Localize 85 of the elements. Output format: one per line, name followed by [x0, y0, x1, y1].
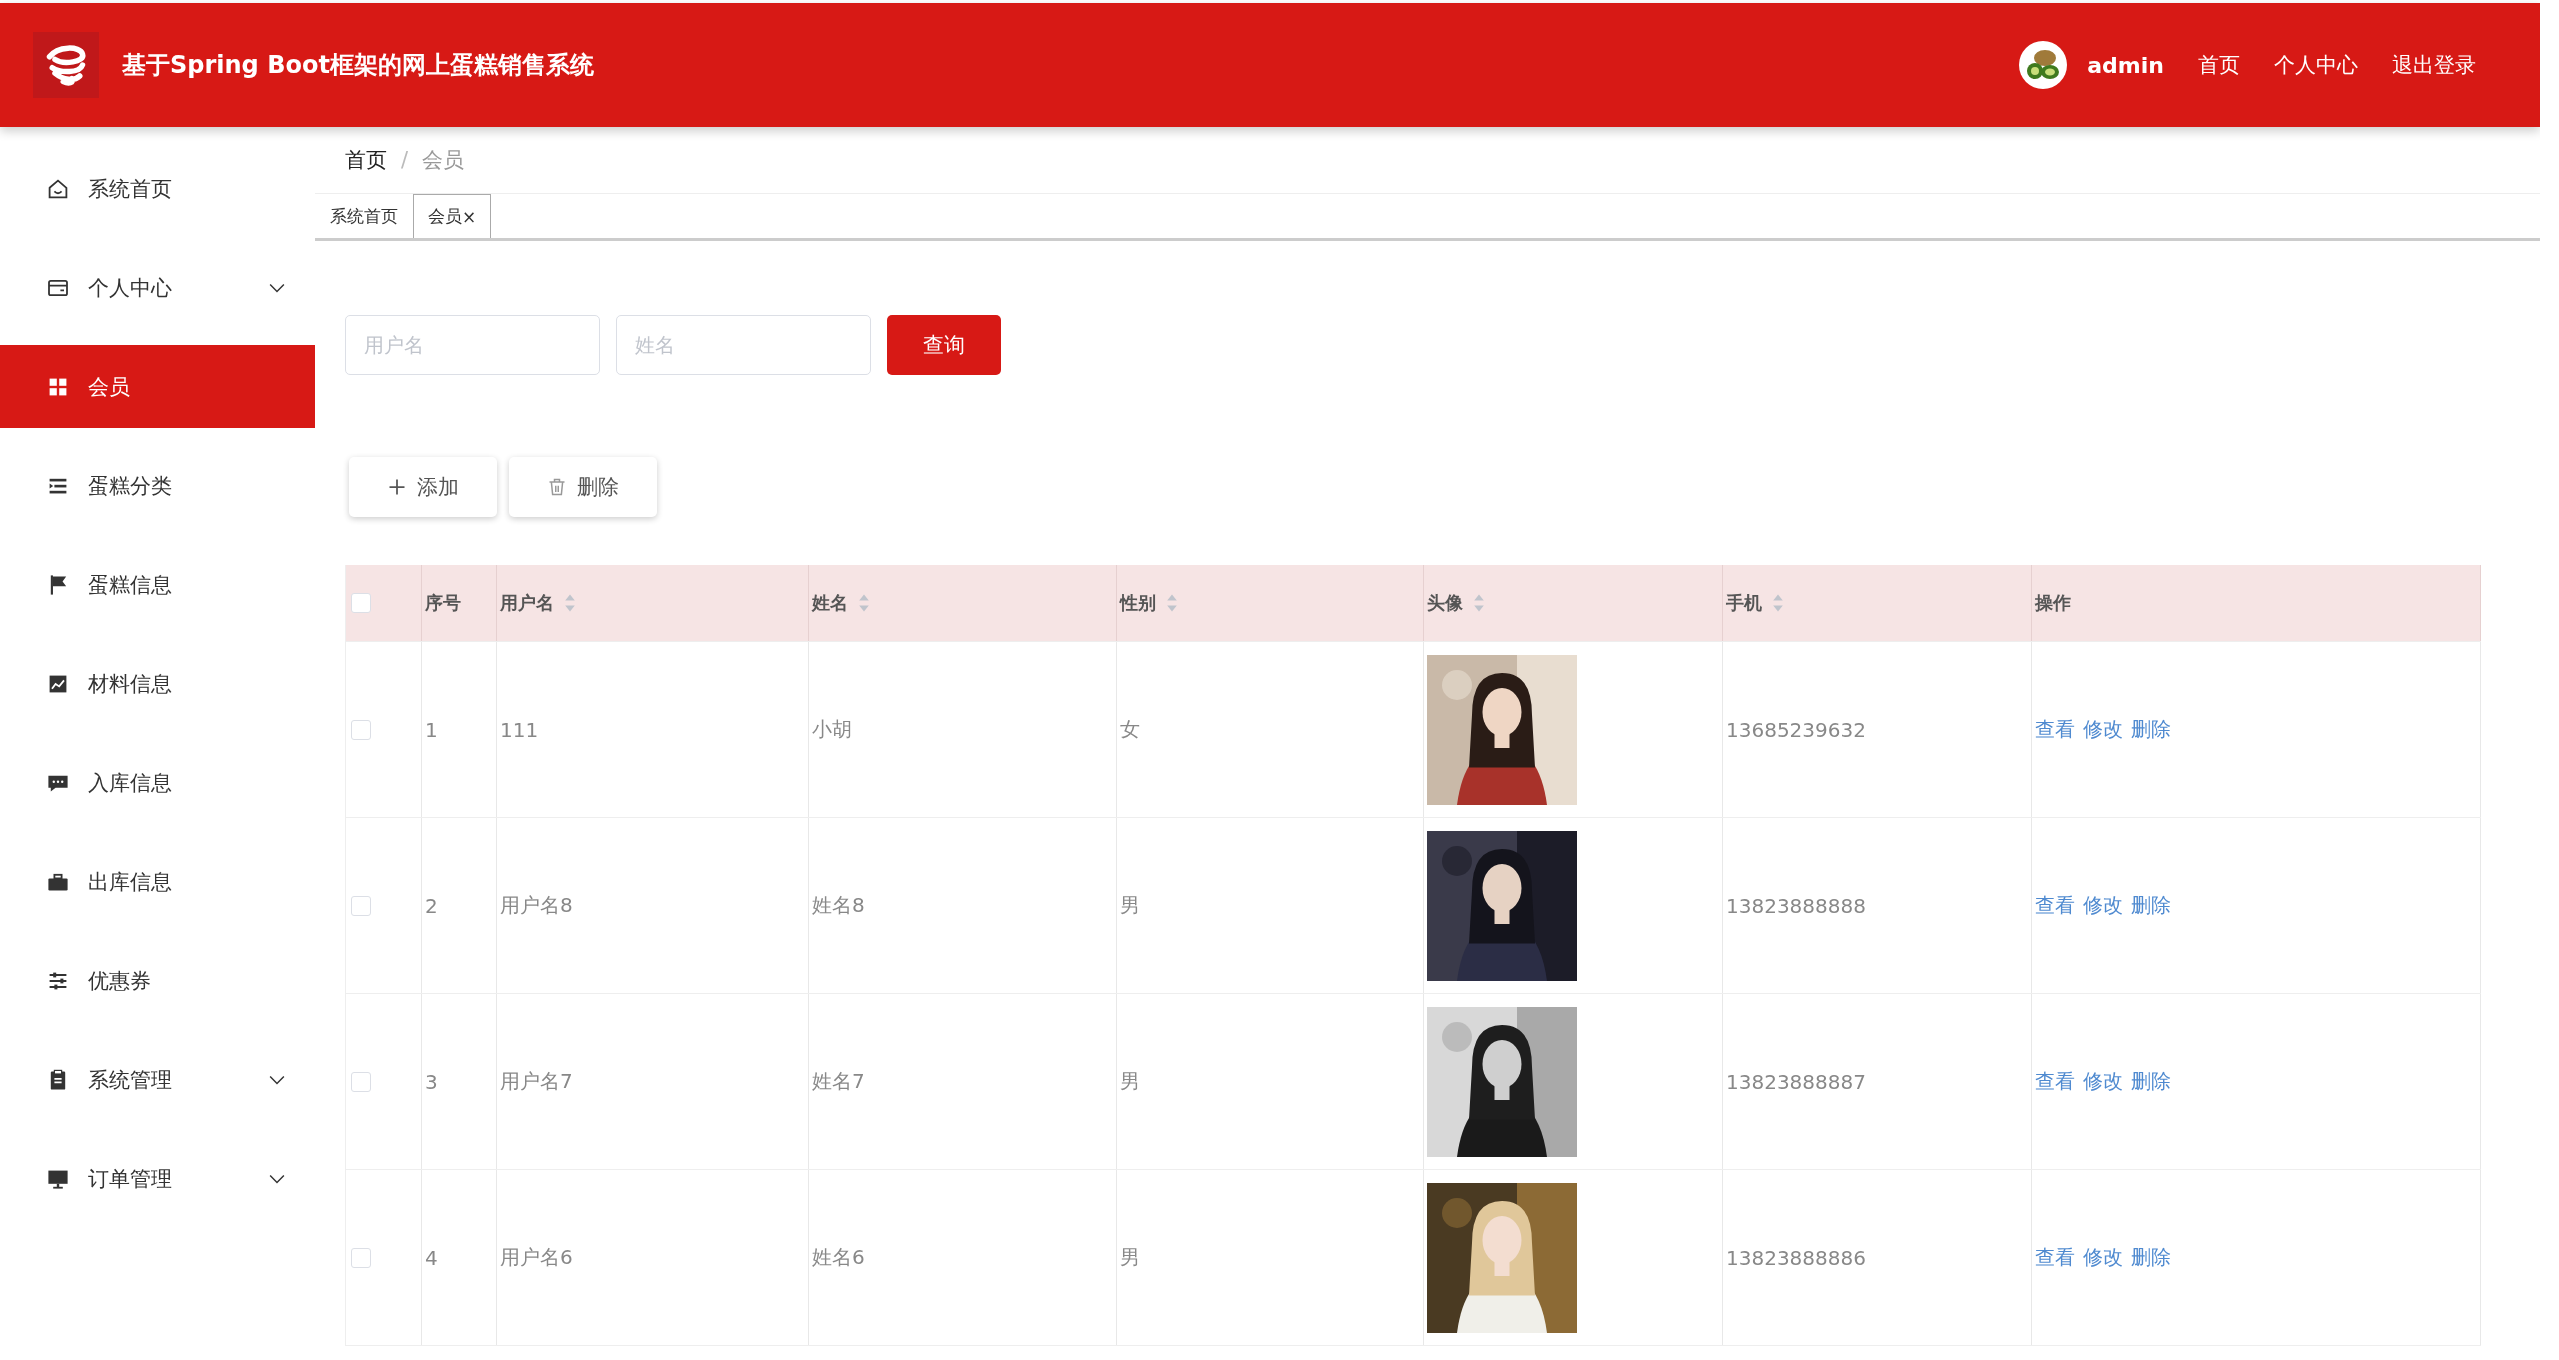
sidebar-item[interactable]: 蛋糕分类 — [0, 436, 315, 535]
sidebar-item[interactable]: 个人中心 — [0, 238, 315, 337]
row-action-link[interactable]: 查看 — [2035, 1244, 2075, 1271]
user-name: admin — [2087, 52, 2164, 78]
table-cell: 男 — [1120, 892, 1140, 919]
table-cell: 13823888888 — [1726, 893, 1866, 918]
app-title: 基于Spring Boot框架的网上蛋糕销售系统 — [122, 50, 594, 81]
breadcrumb-link[interactable]: 首页 — [345, 146, 387, 174]
column-title: 头像 — [1427, 591, 1463, 615]
page-tab[interactable]: 系统首页 — [315, 194, 413, 238]
column-title: 性别 — [1120, 591, 1156, 615]
table-cell: 姓名6 — [812, 1244, 865, 1271]
row-action-link[interactable]: 删除 — [2131, 716, 2171, 743]
row-action-link[interactable]: 删除 — [2131, 1068, 2171, 1095]
row-action-link[interactable]: 删除 — [2131, 892, 2171, 919]
logo-icon — [30, 32, 102, 98]
table-cell: 13823888886 — [1726, 1245, 1866, 1270]
row-action-link[interactable]: 修改 — [2083, 892, 2123, 919]
checkbox[interactable] — [351, 895, 371, 916]
row-action-link[interactable]: 查看 — [2035, 892, 2075, 919]
table-cell: 2 — [425, 893, 438, 918]
trash-icon — [547, 477, 567, 497]
column-header[interactable]: 头像 — [1424, 565, 1723, 641]
search-field[interactable]: 用户名 — [345, 315, 600, 375]
table-cell: 男 — [1120, 1068, 1140, 1095]
row-action-link[interactable]: 删除 — [2131, 1244, 2171, 1271]
column-header[interactable]: 姓名 — [809, 565, 1117, 641]
table-cell: 小胡 — [812, 716, 852, 743]
checkbox[interactable] — [351, 1071, 371, 1092]
checkbox[interactable] — [351, 719, 371, 740]
table-cell: 3 — [425, 1069, 438, 1094]
column-title: 姓名 — [812, 591, 848, 615]
add-button[interactable]: 添加 — [349, 457, 497, 517]
header-link[interactable]: 退出登录 — [2392, 51, 2476, 79]
row-action-link[interactable]: 修改 — [2083, 716, 2123, 743]
sidebar-item[interactable]: 优惠券 — [0, 931, 315, 1030]
column-header[interactable]: 性别 — [1117, 565, 1424, 641]
table-cell: 用户名6 — [500, 1244, 573, 1271]
sidebar-item[interactable]: 系统首页 — [0, 139, 315, 238]
row-action-link[interactable]: 修改 — [2083, 1068, 2123, 1095]
sidebar-item[interactable]: 出库信息 — [0, 832, 315, 931]
column-title: 用户名 — [500, 591, 554, 615]
sidebar-item[interactable]: 系统管理 — [0, 1030, 315, 1129]
column-header[interactable]: 用户名 — [497, 565, 809, 641]
checkbox[interactable] — [351, 1247, 371, 1268]
plus-icon — [387, 477, 407, 497]
table-cell: 用户名8 — [500, 892, 573, 919]
search-field[interactable]: 姓名 — [616, 315, 871, 375]
table-cell: 姓名7 — [812, 1068, 865, 1095]
sort-icon[interactable] — [1772, 593, 1784, 613]
header-link[interactable]: 个人中心 — [2274, 51, 2358, 79]
chevron-down-icon — [269, 1173, 285, 1184]
table-cell: 用户名7 — [500, 1068, 573, 1095]
checkbox[interactable] — [351, 593, 371, 613]
row-action-link[interactable]: 查看 — [2035, 1068, 2075, 1095]
table-cell: 13685239632 — [1726, 717, 1866, 742]
sort-icon[interactable] — [564, 593, 576, 613]
table-cell: 13823888887 — [1726, 1069, 1866, 1094]
sidebar-item[interactable]: 蛋糕信息 — [0, 535, 315, 634]
column-title: 手机 — [1726, 591, 1762, 615]
column-header[interactable]: 手机 — [1723, 565, 2032, 641]
sort-icon[interactable] — [858, 593, 870, 613]
sidebar-item[interactable]: 入库信息 — [0, 733, 315, 832]
table-cell: 男 — [1120, 1244, 1140, 1271]
column-title: 操作 — [2035, 591, 2071, 615]
page-tab[interactable]: 会员× — [413, 194, 492, 238]
row-action-link[interactable]: 查看 — [2035, 716, 2075, 743]
sidebar-item[interactable]: 订单管理 — [0, 1129, 315, 1228]
row-action-link[interactable]: 修改 — [2083, 1244, 2123, 1271]
sort-icon[interactable] — [1166, 593, 1178, 613]
chevron-down-icon — [269, 282, 285, 293]
table-cell: 1 — [425, 717, 438, 742]
column-title: 序号 — [425, 591, 461, 615]
search-button[interactable]: 查询 — [887, 315, 1001, 375]
table-cell: 女 — [1120, 716, 1140, 743]
breadcrumb-separator: / — [401, 148, 409, 172]
table-cell: 姓名8 — [812, 892, 865, 919]
table-cell: 111 — [500, 717, 539, 742]
sidebar-item[interactable]: 会员 — [0, 345, 315, 428]
sort-icon[interactable] — [1473, 593, 1485, 613]
chevron-down-icon — [269, 1074, 285, 1085]
sidebar-item[interactable]: 材料信息 — [0, 634, 315, 733]
delete-button[interactable]: 删除 — [509, 457, 657, 517]
header-link[interactable]: 首页 — [2198, 51, 2240, 79]
table-cell: 4 — [425, 1245, 438, 1270]
